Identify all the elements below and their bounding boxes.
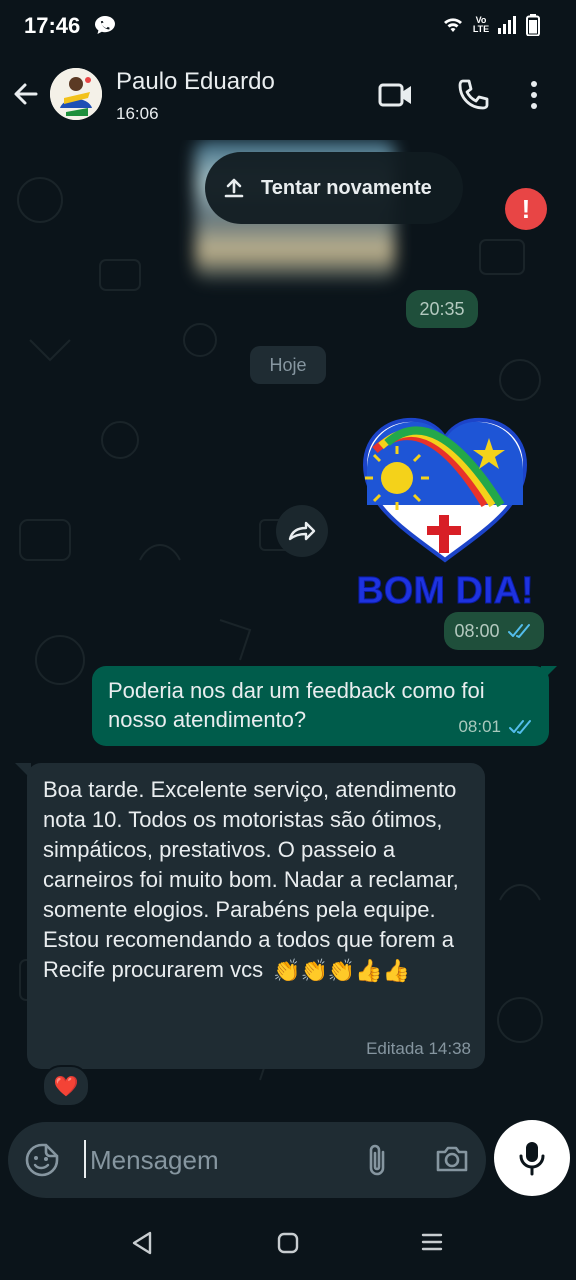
outgoing-message-time: 08:01 (458, 717, 501, 736)
outgoing-message[interactable]: Poderia nos dar um feedback como foi nos… (92, 666, 549, 746)
outgoing-message-meta: 08:01 (458, 717, 535, 737)
nav-home-icon[interactable] (277, 1232, 299, 1259)
sticker-time-text: 08:00 (454, 620, 500, 641)
microphone-button[interactable] (494, 1120, 570, 1196)
retry-label: Tentar novamente (261, 176, 432, 199)
date-divider: Hoje (250, 346, 326, 384)
sticker-text: BOM DIA! (356, 570, 533, 610)
heart-reaction[interactable]: ❤️ (42, 1065, 90, 1107)
chat-area[interactable]: Tentar novamente ! 20:35 Hoje BOM DIA! 0… (0, 140, 576, 1120)
emoji-sequence: 👏👏👏👍👍 (273, 958, 411, 984)
sticker-emoji-icon[interactable] (24, 1142, 60, 1183)
read-ticks-icon (507, 624, 530, 638)
error-icon[interactable]: ! (505, 188, 547, 230)
nav-recents-icon[interactable] (420, 1230, 444, 1259)
system-nav-bar (0, 1210, 576, 1280)
retry-button[interactable]: Tentar novamente (205, 152, 463, 224)
more-options-icon[interactable] (528, 80, 540, 115)
forward-button[interactable] (276, 505, 328, 557)
sticker-bom-dia[interactable]: BOM DIA! (345, 410, 545, 613)
status-bar: 17:46 Vo LTE (0, 0, 576, 52)
battery-icon (526, 14, 540, 36)
image-timestamp: 20:35 (406, 290, 478, 328)
message-input-pill[interactable] (8, 1122, 486, 1198)
message-input[interactable] (88, 1136, 352, 1184)
nav-back-icon[interactable] (130, 1230, 156, 1261)
avatar[interactable] (50, 68, 102, 120)
last-seen: 16:06 (116, 104, 159, 123)
chat-notification-icon (94, 15, 116, 40)
voice-call-icon[interactable] (456, 78, 490, 117)
back-arrow-icon[interactable] (10, 79, 40, 114)
volte-label: Vo LTE (472, 15, 490, 34)
video-call-icon[interactable] (378, 80, 414, 115)
status-icons: Vo LTE (442, 14, 540, 36)
text-cursor (84, 1140, 86, 1178)
incoming-message-text: Boa tarde. Excelente serviço, atendiment… (43, 775, 473, 986)
contact-name[interactable]: Paulo Eduardo (116, 68, 275, 96)
microphone-icon (519, 1142, 545, 1176)
chat-header: Paulo Eduardo 16:06 (0, 52, 576, 140)
status-time: 17:46 (24, 13, 81, 38)
sticker-timestamp: 08:00 (444, 612, 544, 650)
read-ticks-icon (509, 720, 531, 734)
wifi-icon (444, 18, 462, 32)
reaction-emoji: ❤️ (53, 1075, 79, 1098)
attachment-icon[interactable] (364, 1142, 390, 1183)
signal-icon (498, 16, 516, 34)
camera-icon[interactable] (434, 1142, 470, 1181)
incoming-message-body: Boa tarde. Excelente serviço, atendiment… (43, 777, 459, 982)
incoming-message-meta: Editada 14:38 (366, 1039, 471, 1058)
upload-icon (224, 178, 244, 198)
incoming-message[interactable]: Boa tarde. Excelente serviço, atendiment… (27, 763, 485, 1069)
forward-icon (288, 521, 316, 541)
composer-bar (0, 1120, 576, 1210)
